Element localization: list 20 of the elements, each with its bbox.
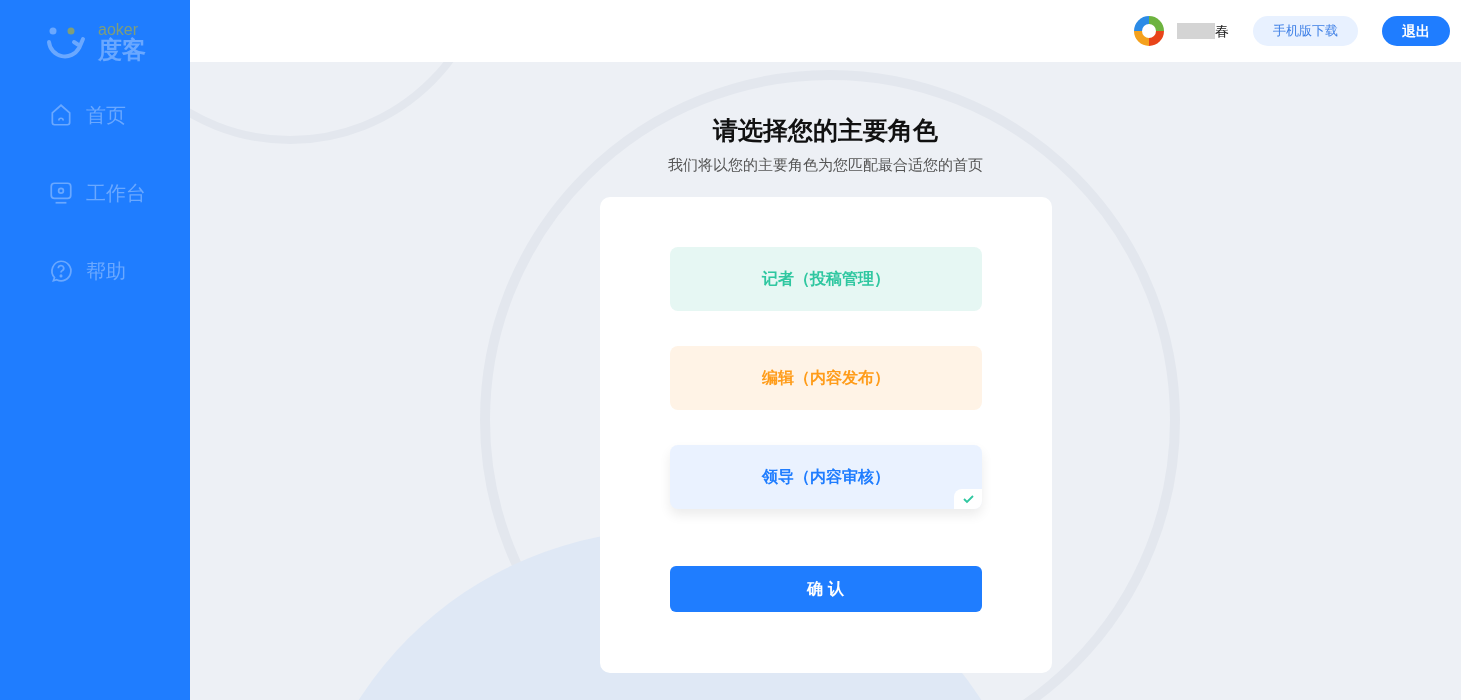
logo-latin: aoker: [98, 22, 139, 38]
logout-button[interactable]: 退出: [1382, 16, 1450, 46]
check-icon: [953, 489, 982, 509]
role-option[interactable]: 记者（投稿管理）: [669, 247, 982, 311]
help-icon: [48, 258, 74, 284]
nav-item[interactable]: 工作台: [48, 178, 190, 208]
monitor-icon: [48, 180, 74, 206]
role-option[interactable]: 编辑（内容发布）: [669, 346, 982, 410]
role-option[interactable]: 领导（内容审核）: [669, 445, 982, 509]
blurred-name: [1177, 23, 1215, 39]
nav-item[interactable]: 帮助: [48, 256, 190, 286]
avatar-icon: [1133, 15, 1165, 47]
home-icon: [48, 102, 74, 128]
confirm-button[interactable]: 确 认: [669, 566, 982, 612]
download-button[interactable]: 手机版下载: [1253, 16, 1358, 46]
logo-name: 度客: [98, 38, 146, 62]
page-subtitle: 我们将以您的主要角色为您匹配最合适您的首页: [668, 154, 983, 175]
user-name: 春: [1215, 21, 1229, 41]
page-title: 请选择您的主要角色: [713, 115, 938, 146]
nav-item[interactable]: 首页: [48, 100, 190, 130]
